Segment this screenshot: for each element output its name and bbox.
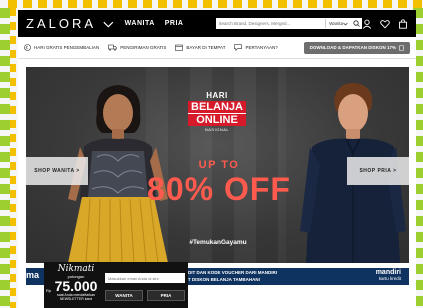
calendar-icon — [175, 44, 184, 51]
search-category-select[interactable]: Wanita — [325, 19, 351, 28]
promo-cod-label: BAYAR DI TEMPAT — [186, 45, 226, 50]
banner-left-text: ma — [26, 270, 40, 280]
newsletter-offer: Nikmati potongan 75.000 saat Anda mendaf… — [48, 264, 104, 301]
newsletter-email-input[interactable] — [105, 273, 185, 283]
wishlist-heart-icon[interactable] — [380, 19, 390, 29]
hero-discount: 80% OFF — [147, 171, 291, 207]
banner-text: EDIT DAN KODE VOUCHER DARI MANDIRI AT DI… — [185, 269, 277, 283]
chat-icon — [234, 44, 243, 51]
shopping-bag-icon[interactable] — [398, 18, 408, 29]
promo-questions-label: PERTANYAAN? — [245, 45, 278, 50]
hari-belanja-online-badge: HARI BELANJA ONLINE NASIONAL — [188, 91, 246, 141]
newsletter-title: Nikmati — [57, 264, 95, 274]
header-icons — [362, 18, 408, 29]
site-header: ZALORA WANITA PRIA Wanita — [18, 10, 416, 37]
newsletter-amount: 75.000 — [54, 278, 98, 294]
chevron-down-icon — [343, 22, 348, 25]
hero-hashtag: #TemukanGayamu — [189, 239, 247, 246]
hero-up-to: UP TO — [198, 159, 240, 171]
promo-free-returns-label: HARI GRATIS PENGEMBALIAN — [34, 45, 100, 50]
promo-questions[interactable]: PERTANYAAN? — [234, 44, 278, 51]
search-icon — [353, 20, 360, 27]
mandiri-logo-sub: kartu kredit — [378, 276, 401, 281]
mandiri-logo-text: mandiri — [375, 269, 401, 276]
banner-line-1: EDIT DAN KODE VOUCHER DARI MANDIRI — [185, 270, 278, 275]
download-app-button[interactable]: DOWNLOAD & DAPATKAN DISKON 17% — [303, 41, 410, 54]
search-button[interactable] — [351, 18, 362, 29]
promo-free-shipping[interactable]: PENGIRIMAN GRATIS — [108, 44, 166, 51]
search-input[interactable] — [215, 18, 326, 29]
badge-line-2: BELANJA — [188, 101, 246, 113]
promo-free-returns[interactable]: HARI GRATIS PENGEMBALIAN — [24, 44, 99, 51]
badge-line-3: ONLINE — [188, 113, 246, 126]
shop-men-button[interactable]: SHOP PRIA > — [347, 157, 409, 185]
nav-pria[interactable]: PRIA — [165, 20, 184, 27]
zalora-logo[interactable]: ZALORA — [26, 16, 96, 31]
newsletter-currency: Rp — [46, 288, 52, 293]
return-icon — [24, 44, 31, 51]
newsletter-popup: Nikmati potongan 75.000 saat Anda mendaf… — [44, 262, 188, 308]
promo-cod[interactable]: BAYAR DI TEMPAT — [175, 44, 225, 51]
search-category-label: Wanita — [329, 21, 343, 26]
shop-women-button[interactable]: SHOP WANITA > — [26, 157, 88, 185]
decorative-dashes-top — [8, 0, 423, 8]
truck-icon — [108, 44, 118, 51]
download-app-label: DOWNLOAD & DAPATKAN DISKON 17% — [309, 45, 396, 50]
newsletter-small-2: NEWSLETTER kami — [59, 297, 93, 301]
badge-line-4: NASIONAL — [204, 127, 230, 132]
newsletter-women-button[interactable]: WANITA — [105, 290, 143, 301]
decorative-dashes-left — [0, 8, 10, 308]
banner-line-2: AT DISKON BELANJA TAMBAHAN! — [185, 277, 261, 282]
decorative-dashes-left-inner — [10, 8, 16, 308]
hero-banner[interactable]: HARI BELANJA ONLINE NASIONAL UP TO 80% O… — [26, 67, 409, 263]
chevron-down-icon[interactable] — [102, 19, 115, 29]
mandiri-logo: mandiri kartu kredit — [376, 269, 401, 281]
search-bar: Wanita — [215, 18, 362, 29]
account-icon[interactable] — [362, 19, 372, 29]
phone-icon — [399, 44, 404, 51]
newsletter-men-button[interactable]: PRIA — [147, 290, 185, 301]
nav-wanita[interactable]: WANITA — [125, 20, 155, 27]
badge-line-1: HARI — [206, 91, 228, 100]
promo-strip: HARI GRATIS PENGEMBALIAN PENGIRIMAN GRAT… — [18, 37, 416, 59]
promo-free-shipping-label: PENGIRIMAN GRATIS — [120, 45, 167, 50]
